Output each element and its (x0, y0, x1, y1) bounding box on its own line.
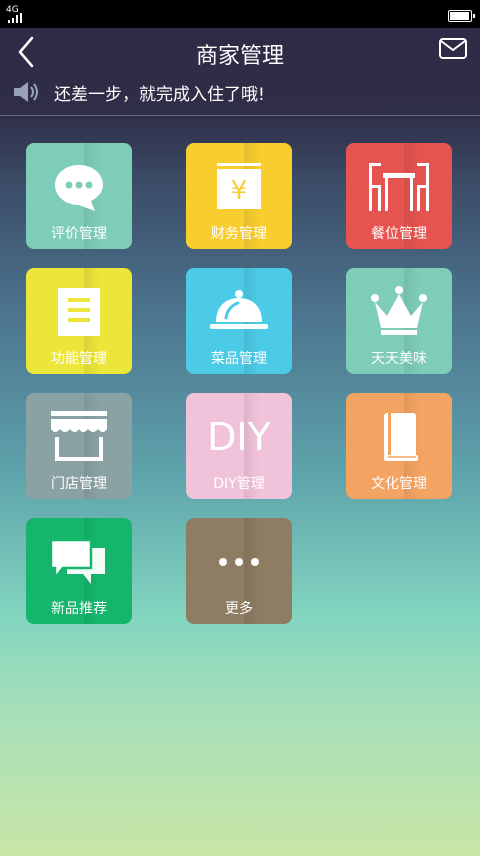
speaker-icon (14, 82, 38, 102)
tile-table-chairs[interactable]: 餐位管理 (346, 143, 452, 249)
tile-label: DIY管理 (213, 476, 265, 492)
tile-crown[interactable]: 天天美味 (346, 268, 452, 374)
tile-label: 评价管理 (51, 226, 107, 242)
tile-label: 天天美味 (371, 351, 427, 367)
tile-yen-ledger[interactable]: ¥ 财务管理 (186, 143, 292, 249)
tile-storefront[interactable]: 门店管理 (26, 393, 132, 499)
tile-chat-bubbles[interactable]: 新品推荐 (26, 518, 132, 624)
tile-chat-bubble[interactable]: 评价管理 (26, 143, 132, 249)
tile-more-dots[interactable]: 更多 (186, 518, 292, 624)
tile-label: 餐位管理 (371, 226, 427, 242)
header: 商家管理 (0, 28, 480, 76)
food-cloche-icon (186, 282, 292, 342)
signal-icon (8, 13, 22, 23)
status-bar: 4G (0, 0, 480, 28)
document-list-icon (26, 282, 132, 342)
page-title: 商家管理 (195, 44, 284, 69)
chat-bubble-icon (26, 157, 132, 217)
tile-book[interactable]: 文化管理 (346, 393, 452, 499)
tile-label: 功能管理 (51, 351, 107, 367)
tile-label: 更多 (225, 601, 253, 617)
chat-bubbles-icon (26, 532, 132, 592)
battery-level (450, 12, 469, 20)
table-chairs-icon (346, 157, 452, 217)
tile-diy-text[interactable]: DIY DIY管理 (186, 393, 292, 499)
more-dots-icon (186, 532, 292, 592)
mail-icon (439, 38, 467, 59)
messages-button[interactable] (438, 36, 468, 62)
divider (0, 115, 480, 116)
storefront-icon (26, 407, 132, 467)
tile-document-list[interactable]: 功能管理 (26, 268, 132, 374)
diy-text-icon: DIY (186, 407, 292, 467)
notice-text: 还差一步，就完成入住了哦! (54, 85, 265, 105)
tile-label: 菜品管理 (211, 351, 267, 367)
crown-icon (346, 282, 452, 342)
tile-label: 文化管理 (371, 476, 427, 492)
yen-ledger-icon: ¥ (186, 157, 292, 217)
tile-label: 财务管理 (211, 226, 267, 242)
tile-glyph-text: DIY (207, 415, 271, 459)
tile-label: 门店管理 (51, 476, 107, 492)
tile-label: 新品推荐 (51, 601, 107, 617)
battery-icon (448, 10, 475, 22)
tile-food-cloche[interactable]: 菜品管理 (186, 268, 292, 374)
svg-text:¥: ¥ (231, 176, 248, 206)
notice-bar: 还差一步，就完成入住了哦! (0, 76, 480, 114)
book-icon (346, 407, 452, 467)
